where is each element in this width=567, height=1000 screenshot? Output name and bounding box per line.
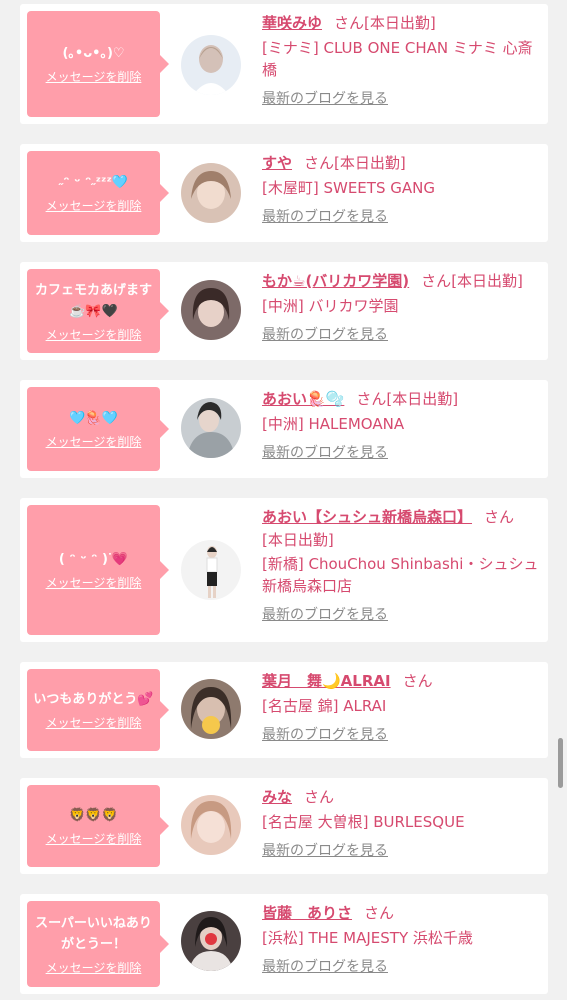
honorific: さん (356, 390, 387, 408)
message-card: いつもありがとう💕 メッセージを削除 葉月 舞🌙ALRAI さん [名古屋 錦] … (20, 662, 548, 758)
sender-info: あおい🪼🫧 さん[本日出勤] [中洲] HALEMOANA 最新のブログを見る (262, 387, 544, 463)
sender-name[interactable]: あおい🪼🫧 (262, 390, 344, 408)
shop-name: [名古屋 錦] ALRAI (262, 697, 387, 715)
delete-message-link[interactable]: メッセージを削除 (46, 830, 142, 847)
message-text: スーパーいいねありがとうー！ (35, 915, 152, 952)
latest-blog-link[interactable]: 最新のブログを見る (262, 207, 388, 227)
honorific: さん (334, 14, 365, 32)
message-bubble: 🩵🪼🩵 メッセージを削除 (27, 387, 169, 471)
avatar-photo (181, 540, 241, 600)
delete-message-link[interactable]: メッセージを削除 (46, 433, 142, 450)
avatar-photo (181, 163, 241, 223)
shop-name: [中洲] バリカワ学園 (262, 297, 399, 315)
avatar[interactable] (181, 911, 241, 971)
honorific: さん (364, 904, 395, 922)
message-bubble: スーパーいいねありがとうー！ メッセージを削除 (27, 901, 169, 987)
message-card: カフェモカあげます☕️🎀🖤 メッセージを削除 もか☕(バリカワ学園) さん[本日出… (20, 262, 548, 360)
delete-message-link[interactable]: メッセージを削除 (46, 326, 142, 343)
message-bubble: 🦁🦁🦁 メッセージを削除 (27, 785, 169, 867)
sender-name[interactable]: もか☕(バリカワ学園) (262, 272, 409, 290)
message-text: 🦁🦁🦁 (69, 808, 118, 823)
avatar[interactable] (181, 540, 241, 600)
sender-name[interactable]: 葉月 舞🌙ALRAI (262, 672, 391, 690)
delete-message-link[interactable]: メッセージを削除 (46, 714, 142, 731)
latest-blog-link[interactable]: 最新のブログを見る (262, 605, 388, 625)
message-bubble: ˶ᵔ ᵕ ᵔ˶ᶻᶻᶻ🩵 メッセージを削除 (27, 151, 169, 235)
shop-name: [中洲] HALEMOANA (262, 415, 405, 433)
sender-info: 華咲みゆ さん[本日出勤] [ミナミ] CLUB ONE CHAN ミナミ 心斎橋… (262, 11, 544, 109)
shop-name: [ミナミ] CLUB ONE CHAN ミナミ 心斎橋 (262, 39, 533, 79)
honorific: さん (402, 672, 433, 690)
honorific: さん (304, 154, 335, 172)
honorific: さん (421, 272, 452, 290)
avatar-photo (181, 911, 241, 971)
avatar-photo (181, 280, 241, 340)
delete-message-link[interactable]: メッセージを削除 (46, 68, 142, 85)
sender-info: もか☕(バリカワ学園) さん[本日出勤] [中洲] バリカワ学園 最新のブログを見… (262, 269, 544, 345)
message-card: 🦁🦁🦁 メッセージを削除 みな さん [名古屋 大曽根] BURLESQUE 最新… (20, 778, 548, 874)
message-text: ˶ᵔ ᵕ ᵔ˶ᶻᶻᶻ🩵 (58, 175, 129, 190)
shop-name: [浜松] THE MAJESTY 浜松千歳 (262, 929, 473, 947)
shift-status: [本日出勤] (451, 272, 523, 290)
message-card: 🩵🪼🩵 メッセージを削除 あおい🪼🫧 さん[本日出勤] [中洲] HALEMOAN… (20, 380, 548, 478)
message-text: ( ᵔ ᵕ ᵔ )ᐝ💗 (58, 552, 129, 567)
message-card: スーパーいいねありがとうー！ メッセージを削除 皆藤 ありさ さん [浜松] TH… (20, 894, 548, 994)
sender-info: 葉月 舞🌙ALRAI さん [名古屋 錦] ALRAI 最新のブログを見る (262, 669, 544, 745)
sender-name[interactable]: あおい【シュシュ新橋烏森口】 (262, 508, 472, 526)
message-bubble: カフェモカあげます☕️🎀🖤 メッセージを削除 (27, 269, 169, 353)
message-bubble: ( ᵔ ᵕ ᵔ )ᐝ💗 メッセージを削除 (27, 505, 169, 635)
delete-message-link[interactable]: メッセージを削除 (46, 574, 142, 591)
avatar-photo (181, 35, 241, 95)
avatar[interactable] (181, 280, 241, 340)
sender-name[interactable]: みな (262, 788, 292, 806)
latest-blog-link[interactable]: 最新のブログを見る (262, 841, 388, 861)
message-text: 🩵🪼🩵 (69, 411, 118, 426)
message-bubble: (｡•ᴗ•｡)♡ メッセージを削除 (27, 11, 169, 117)
message-card: ˶ᵔ ᵕ ᵔ˶ᶻᶻᶻ🩵 メッセージを削除 すや さん[本日出勤] [木屋町] SW… (20, 144, 548, 242)
sender-info: 皆藤 ありさ さん [浜松] THE MAJESTY 浜松千歳 最新のブログを見る (262, 901, 544, 977)
avatar-photo (181, 795, 241, 855)
latest-blog-link[interactable]: 最新のブログを見る (262, 325, 388, 345)
honorific: さん (484, 508, 515, 526)
message-text: (｡•ᴗ•｡)♡ (62, 46, 125, 61)
sender-info: あおい【シュシュ新橋烏森口】 さん [本日出勤] [新橋] ChouChou Sh… (262, 505, 544, 625)
latest-blog-link[interactable]: 最新のブログを見る (262, 443, 388, 463)
sender-name[interactable]: 皆藤 ありさ (262, 904, 352, 922)
message-text: カフェモカあげます☕️🎀🖤 (34, 282, 152, 319)
delete-message-link[interactable]: メッセージを削除 (46, 197, 142, 214)
shift-status: [本日出勤] (364, 14, 436, 32)
shop-name: [名古屋 大曽根] BURLESQUE (262, 813, 465, 831)
scrollbar[interactable] (558, 738, 563, 788)
shift-status: [本日出勤] (262, 531, 334, 549)
shift-status: [本日出勤] (334, 154, 406, 172)
message-card: ( ᵔ ᵕ ᵔ )ᐝ💗 メッセージを削除 あおい【シュシュ新橋烏森口】 さん [本… (20, 498, 548, 642)
avatar[interactable] (181, 679, 241, 739)
avatar-photo (181, 679, 241, 739)
latest-blog-link[interactable]: 最新のブログを見る (262, 725, 388, 745)
message-text: いつもありがとう💕 (33, 692, 154, 707)
shop-name: [木屋町] SWEETS GANG (262, 179, 435, 197)
shop-name: [新橋] ChouChou Shinbashi・シュシュ新橋烏森口店 (262, 555, 539, 595)
avatar[interactable] (181, 795, 241, 855)
sender-info: すや さん[本日出勤] [木屋町] SWEETS GANG 最新のブログを見る (262, 151, 544, 227)
sender-name[interactable]: すや (262, 154, 292, 172)
sender-info: みな さん [名古屋 大曽根] BURLESQUE 最新のブログを見る (262, 785, 544, 861)
avatar[interactable] (181, 398, 241, 458)
latest-blog-link[interactable]: 最新のブログを見る (262, 957, 388, 977)
avatar[interactable] (181, 163, 241, 223)
avatar-photo (181, 398, 241, 458)
message-bubble: いつもありがとう💕 メッセージを削除 (27, 669, 169, 751)
latest-blog-link[interactable]: 最新のブログを見る (262, 89, 388, 109)
sender-name[interactable]: 華咲みゆ (262, 14, 322, 32)
message-card: (｡•ᴗ•｡)♡ メッセージを削除 華咲みゆ さん[本日出勤] [ミナミ] CLU… (20, 4, 548, 124)
honorific: さん (304, 788, 335, 806)
delete-message-link[interactable]: メッセージを削除 (46, 959, 142, 976)
avatar[interactable] (181, 35, 241, 95)
shift-status: [本日出勤] (386, 390, 459, 408)
